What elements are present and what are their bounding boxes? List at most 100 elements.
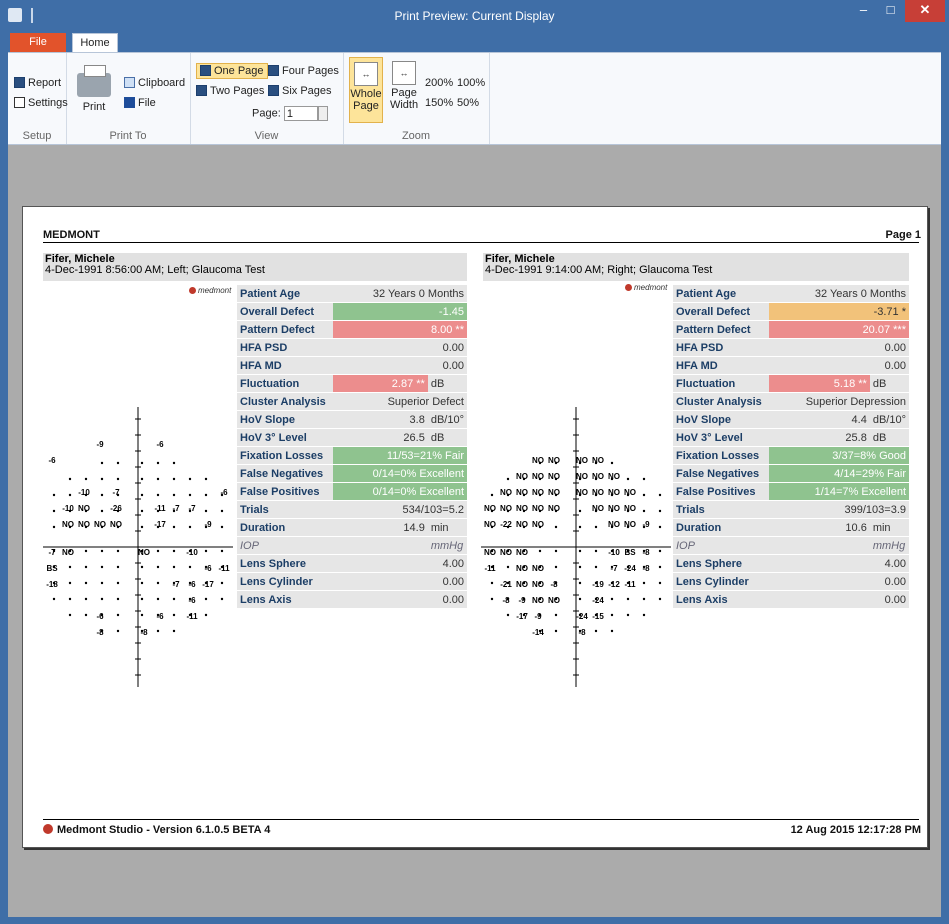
test-point-value: NO [548, 456, 560, 465]
test-point-dot [554, 565, 558, 569]
test-point-value: -11 [154, 504, 166, 513]
right-stats-table: Patient Age 32 Years 0 Months Overall Defe… [673, 285, 909, 609]
test-point-dot [172, 477, 176, 481]
whole-page-button[interactable]: ↔ Whole Page [349, 57, 383, 123]
test-point-value: NO [608, 520, 620, 529]
one-page-label: One Page [214, 65, 264, 77]
test-point-dot [220, 509, 224, 513]
test-point-value: -7 [610, 564, 618, 573]
test-point-dot [100, 477, 104, 481]
stat-row: Patient Age 32 Years 0 Months [673, 285, 909, 303]
test-point-value: -11 [218, 564, 230, 573]
group-setup: Report Settings Setup [8, 53, 68, 144]
stat-unit: dB/10° [869, 410, 909, 429]
close-button[interactable]: ✕ [905, 0, 945, 22]
stat-label: Lens Cylinder [237, 572, 334, 591]
test-point-dot [578, 525, 582, 529]
maximize-button[interactable]: □ [877, 0, 904, 22]
stat-row: Cluster Analysis Superior Defect [237, 392, 467, 411]
stat-label: IOP [673, 536, 770, 555]
stat-row: False Positives 0/14=0% Excellent [237, 482, 467, 501]
test-point-dot [140, 613, 144, 617]
stat-label: Fixation Losses [237, 446, 334, 465]
zoom-50-button[interactable]: 50% [457, 97, 479, 109]
page-number-input[interactable]: 1 [283, 106, 318, 121]
test-point-value: -7 [112, 488, 120, 497]
test-point-value: NO [592, 472, 604, 481]
footer-timestamp: 12 Aug 2015 12:17:28 PM [790, 824, 921, 836]
stat-label: Lens Sphere [673, 554, 770, 573]
test-point-dot [140, 581, 144, 585]
save-icon [124, 97, 135, 108]
file-button[interactable]: File [124, 97, 156, 109]
test-point-dot [204, 597, 208, 601]
stat-label: Cluster Analysis [237, 392, 334, 411]
test-point-dot [188, 477, 192, 481]
test-point-dot [140, 509, 144, 513]
clipboard-button[interactable]: Clipboard [124, 77, 185, 89]
stat-label: Overall Defect [237, 302, 334, 321]
test-point-value: -22 [500, 520, 512, 529]
stat-label: Trials [237, 500, 334, 519]
test-point-value: -14 [532, 628, 544, 637]
test-point-dot [140, 461, 144, 465]
test-point-value: BS [46, 564, 58, 573]
test-point-dot [140, 477, 144, 481]
stat-row: HFA MD 0.00 [673, 356, 909, 375]
test-point-dot [172, 549, 176, 553]
clipboard-label: Clipboard [138, 77, 186, 89]
two-pages-button[interactable]: Two Pages [196, 85, 264, 97]
test-point-value: -6 [220, 488, 228, 497]
test-point-dot [172, 565, 176, 569]
test-point-dot [188, 525, 192, 529]
test-point-dot [204, 477, 208, 481]
settings-button[interactable]: Settings [14, 97, 68, 109]
test-point-dot [578, 565, 582, 569]
page-width-button[interactable]: ↔ Page Width [387, 61, 421, 111]
stat-value: 0.00 [769, 590, 909, 609]
minimize-button[interactable]: – [850, 0, 877, 22]
test-point-dot [642, 597, 646, 601]
stat-row: Lens Axis 0.00 [673, 590, 909, 609]
stat-value: 20.07 *** [769, 320, 909, 339]
test-point-value: NO [532, 488, 544, 497]
test-point-dot [642, 613, 646, 617]
one-page-button[interactable]: One Page [196, 63, 268, 79]
test-point-dot [116, 565, 120, 569]
stat-row: Overall Defect -3.71 * [673, 302, 909, 321]
test-point-dot [116, 613, 120, 617]
file-label: File [138, 97, 156, 109]
four-pages-button[interactable]: Four Pages [268, 65, 339, 77]
test-point-dot [490, 493, 494, 497]
test-point-dot [204, 509, 208, 513]
stat-value: 10.6 [769, 518, 870, 537]
test-point-value: NO [532, 580, 544, 589]
test-point-dot [658, 509, 662, 513]
test-point-dot [84, 565, 88, 569]
four-pages-icon [268, 65, 279, 76]
six-pages-button[interactable]: Six Pages [268, 85, 332, 97]
test-point-dot [172, 493, 176, 497]
test-point-value: NO [576, 456, 588, 465]
stat-row: HFA MD 0.00 [237, 356, 467, 375]
medmont-logo-icon [625, 284, 632, 291]
preview-area[interactable]: MEDMONT Page 1 Fifer, Michele 4-Dec-1991… [8, 145, 941, 917]
zoom-200-button[interactable]: 200% [425, 77, 453, 89]
tab-home[interactable]: Home [72, 33, 118, 52]
stat-label: Fluctuation [237, 374, 334, 393]
test-point-dot [100, 461, 104, 465]
tab-file[interactable]: File [10, 33, 66, 52]
test-point-dot [554, 629, 558, 633]
zoom-150-button[interactable]: 150% [425, 97, 453, 109]
settings-icon [14, 97, 25, 108]
zoom-100-button[interactable]: 100% [457, 77, 485, 89]
test-point-value: NO [500, 488, 512, 497]
print-button[interactable]: Print [74, 65, 114, 113]
stat-row: Cluster Analysis Superior Depression [673, 392, 909, 411]
test-point-value: -9 [642, 520, 650, 529]
page-spinner[interactable] [317, 106, 328, 121]
stat-label: False Negatives [237, 464, 334, 483]
test-point-value: -17 [202, 580, 214, 589]
report-button[interactable]: Report [14, 77, 61, 89]
stat-value: 11/53=21% Fair [333, 446, 467, 465]
